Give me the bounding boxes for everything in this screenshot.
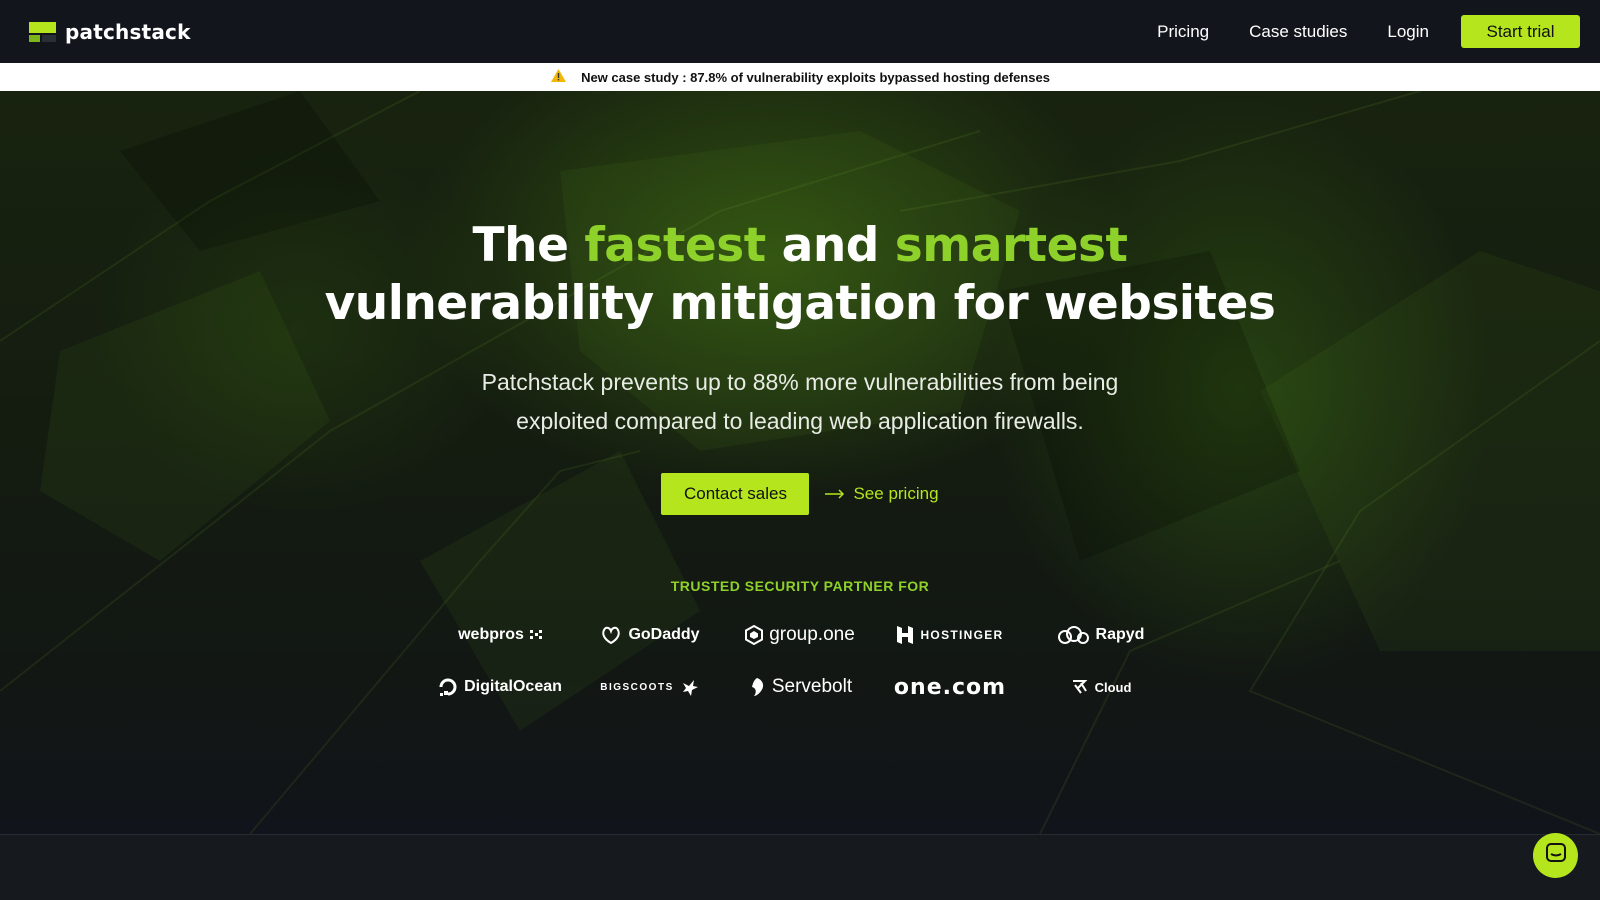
nav-links: Pricing Case studies Login Start trial xyxy=(1117,15,1580,48)
warning-icon xyxy=(550,68,567,86)
group-one-hexagon-icon xyxy=(745,625,764,645)
announcement-banner[interactable]: New case study : 87.8% of vulnerability … xyxy=(0,63,1600,91)
next-section-edge xyxy=(0,834,1600,900)
hero-section: The fastest and smartest vulnerability m… xyxy=(0,91,1600,834)
see-pricing-label: See pricing xyxy=(853,484,939,503)
brand-logo[interactable]: patchstack xyxy=(29,20,191,44)
see-pricing-link[interactable]: See pricing xyxy=(825,484,939,504)
godaddy-icon xyxy=(600,625,622,645)
partner-logo-one-com: one.com xyxy=(893,674,1007,700)
digitalocean-icon xyxy=(438,677,458,697)
partner-logo-group-one: group.one xyxy=(725,620,875,650)
cloud-brand-icon xyxy=(1069,677,1089,697)
headline-part-the: The xyxy=(472,218,585,273)
partner-logo-hostinger: HOSTINGER xyxy=(875,620,1025,650)
partner-logos: webpros GoDaddy group.one HOSTINGER Rapy… xyxy=(425,620,1175,702)
hero-subtitle: Patchstack prevents up to 88% more vulne… xyxy=(481,369,1119,434)
headline-part-and: and xyxy=(765,218,895,273)
arrow-right-icon xyxy=(825,484,845,504)
partner-logo-godaddy: GoDaddy xyxy=(575,620,725,650)
cta-row: Contact sales See pricing xyxy=(0,473,1600,515)
partner-logo-servebolt: Servebolt xyxy=(725,672,875,702)
servebolt-icon xyxy=(748,677,766,697)
nav-link-case-studies[interactable]: Case studies xyxy=(1249,22,1347,42)
webpros-mark-icon xyxy=(529,630,542,640)
partner-logo-webpros: webpros xyxy=(425,620,575,650)
partner-logo-digitalocean: DigitalOcean xyxy=(425,672,575,702)
contact-sales-button[interactable]: Contact sales xyxy=(661,473,810,515)
headline-smartest: smartest xyxy=(894,218,1128,273)
hero-content: The fastest and smartest vulnerability m… xyxy=(0,91,1600,702)
nav-link-login[interactable]: Login xyxy=(1387,22,1429,42)
top-nav: patchstack Pricing Case studies Login St… xyxy=(0,0,1600,63)
hostinger-icon xyxy=(896,625,914,645)
patchstack-logo-icon xyxy=(29,21,56,42)
chat-icon xyxy=(1545,842,1567,869)
headline-fastest: fastest xyxy=(584,218,766,273)
start-trial-button[interactable]: Start trial xyxy=(1461,15,1580,48)
brand-name: patchstack xyxy=(65,19,191,44)
trusted-label: TRUSTED SECURITY PARTNER FOR xyxy=(670,578,930,594)
partner-logo-cloud: Cloud xyxy=(1025,672,1175,702)
nav-link-pricing[interactable]: Pricing xyxy=(1157,22,1209,42)
bigscoots-mascot-icon xyxy=(680,677,700,697)
partner-logo-bigscoots: BIGSCOOTS xyxy=(575,672,725,702)
rapyd-cloud-icon xyxy=(1056,625,1090,645)
headline-line-2: vulnerability mitigation for websites xyxy=(324,276,1276,331)
banner-text: New case study : 87.8% of vulnerability … xyxy=(581,69,1050,85)
partner-logo-rapyd: Rapyd xyxy=(1025,620,1175,650)
chat-launcher-button[interactable] xyxy=(1533,833,1578,878)
hero-headline: The fastest and smartest vulnerability m… xyxy=(0,217,1600,333)
